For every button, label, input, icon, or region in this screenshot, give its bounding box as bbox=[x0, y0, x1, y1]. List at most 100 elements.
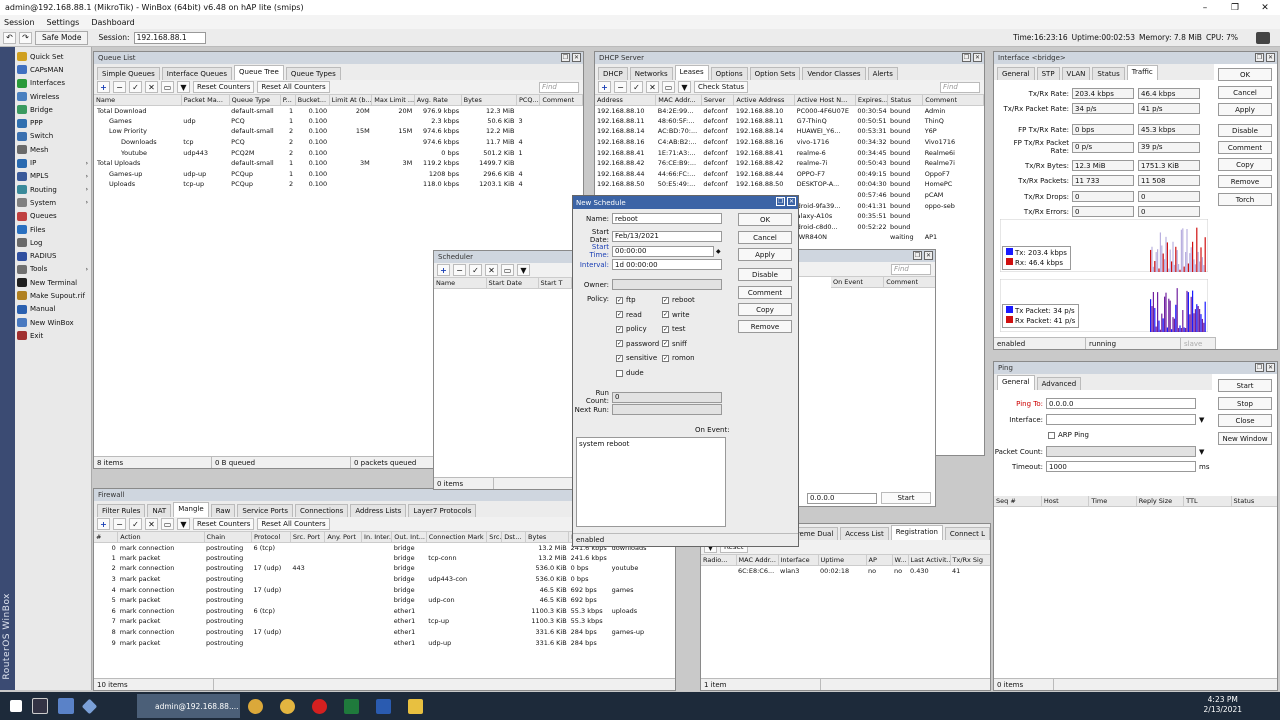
owner-field[interactable] bbox=[612, 279, 722, 290]
sidebar-item-tools[interactable]: Tools › bbox=[15, 263, 92, 276]
filter-icon[interactable]: ▼ bbox=[678, 81, 691, 93]
policy-checkbox[interactable]: ✓ bbox=[616, 296, 623, 304]
taskbar-clock[interactable]: 4:23 PM 2/13/2021 bbox=[1204, 695, 1242, 715]
sidebar-item-switch[interactable]: Switch bbox=[15, 130, 92, 143]
column-header[interactable]: Host bbox=[1041, 496, 1090, 507]
policy-checkbox[interactable]: ✓ bbox=[662, 340, 669, 348]
column-header[interactable]: MAC Addr... bbox=[736, 555, 779, 566]
start-time-field[interactable]: 00:00:00 bbox=[612, 245, 714, 257]
tab-stp[interactable]: STP bbox=[1036, 67, 1060, 80]
comment-button[interactable]: Comment bbox=[1218, 141, 1272, 154]
tab-general[interactable]: General bbox=[997, 375, 1035, 390]
column-header[interactable]: Interface bbox=[778, 555, 819, 566]
tab-options[interactable]: Options bbox=[710, 67, 748, 80]
close-icon[interactable]: ✕ bbox=[1266, 363, 1275, 372]
sidebar-item-system[interactable]: System › bbox=[15, 196, 92, 209]
close-button[interactable]: Close bbox=[1218, 414, 1272, 427]
restore-icon[interactable]: ❐ bbox=[1255, 363, 1264, 372]
cancel-button[interactable]: Cancel bbox=[738, 231, 792, 244]
sidebar-item-new-winbox[interactable]: New WinBox bbox=[15, 316, 92, 329]
column-header[interactable]: Status bbox=[1231, 496, 1277, 507]
column-header[interactable]: Name bbox=[94, 95, 182, 106]
winbox-taskbar-icon[interactable] bbox=[81, 698, 98, 714]
menu-dashboard[interactable]: Dashboard bbox=[91, 18, 134, 27]
enable-icon[interactable]: ✓ bbox=[129, 518, 142, 530]
table-row[interactable]: 8 mark connection postrouting 17 (udp) ether… bbox=[94, 627, 675, 638]
copy-button[interactable]: Copy bbox=[738, 303, 792, 316]
excel-icon[interactable] bbox=[344, 699, 359, 714]
col-on-event[interactable]: On Event bbox=[831, 277, 885, 288]
reset-counters-button[interactable]: Reset Counters bbox=[193, 518, 255, 530]
tab-simple-queues[interactable]: Simple Queues bbox=[97, 67, 160, 80]
spinner-icon[interactable]: ◆ bbox=[716, 248, 721, 255]
table-row[interactable]: 192.168.88.42 76:CE:B9:... defconf 192.168.… bbox=[595, 158, 984, 169]
tab-option-sets[interactable]: Option Sets bbox=[749, 67, 801, 80]
tab-queue-types[interactable]: Queue Types bbox=[285, 67, 341, 80]
undo-icon[interactable]: ↶ bbox=[3, 31, 16, 44]
remove-button[interactable]: Remove bbox=[738, 320, 792, 333]
table-row[interactable]: 9 mark packet postrouting ether1 udp-up 331.6… bbox=[94, 637, 675, 648]
close-icon[interactable]: ✕ bbox=[973, 53, 982, 62]
policy-checkbox[interactable]: ✓ bbox=[616, 340, 623, 348]
sidebar-item-bridge[interactable]: Bridge bbox=[15, 103, 92, 116]
opera-icon[interactable] bbox=[312, 699, 327, 714]
check-status-button[interactable]: Check Status bbox=[694, 81, 749, 93]
menu-settings[interactable]: Settings bbox=[47, 18, 80, 27]
add-icon[interactable]: + bbox=[97, 81, 110, 93]
tab-nat[interactable]: NAT bbox=[147, 504, 172, 517]
column-header[interactable]: Max Limit ... bbox=[371, 95, 415, 106]
start-date-field[interactable]: Feb/13/2021 bbox=[612, 230, 722, 242]
dropdown-icon[interactable]: ▼ bbox=[1199, 448, 1204, 456]
table-row[interactable]: 192.168.88.41 1E:71:A3:... defconf 192.168.… bbox=[595, 147, 984, 158]
policy-checkbox[interactable]: ✓ bbox=[616, 354, 623, 362]
reset-all-counters-button[interactable]: Reset All Counters bbox=[257, 518, 330, 530]
lock-icon[interactable] bbox=[1256, 32, 1270, 44]
col-comment[interactable]: Comment bbox=[883, 277, 935, 288]
restore-icon[interactable]: ❐ bbox=[913, 251, 922, 260]
policy-checkbox[interactable]: ✓ bbox=[616, 311, 623, 319]
tab-dhcp[interactable]: DHCP bbox=[598, 67, 628, 80]
table-row[interactable]: Total Download default-small 1 0.100 20M 20M 9… bbox=[94, 105, 583, 116]
restore-icon[interactable]: ❐ bbox=[1255, 53, 1264, 62]
apply-button[interactable]: Apply bbox=[738, 248, 792, 261]
ping-to-field[interactable]: 0.0.0.0 bbox=[1046, 398, 1196, 409]
disable-icon[interactable]: ✕ bbox=[145, 81, 158, 93]
column-header[interactable]: Any. Port bbox=[324, 532, 363, 543]
sidebar-item-ip[interactable]: IP › bbox=[15, 156, 92, 169]
sidebar-item-capsman[interactable]: CAPsMAN bbox=[15, 63, 92, 76]
netwatch-start-button[interactable]: Start bbox=[881, 492, 931, 504]
policy-checkbox[interactable]: ✓ bbox=[662, 354, 669, 362]
ok-button[interactable]: OK bbox=[1218, 68, 1272, 81]
sidebar-item-manual[interactable]: Manual bbox=[15, 303, 92, 316]
column-header[interactable]: Avg. Rate bbox=[414, 95, 462, 106]
table-row[interactable]: Games udp PCQ 1 0.100 2.3 kbps 50.6 KiB 3 bbox=[94, 116, 583, 127]
table-row[interactable]: Uploads tcp-up PCQup 2 0.100 118.0 kbps 1203.1… bbox=[94, 179, 583, 190]
tab-raw[interactable]: Raw bbox=[210, 504, 236, 517]
column-header[interactable]: Radio... bbox=[701, 555, 737, 566]
sidebar-item-mesh[interactable]: Mesh bbox=[15, 143, 92, 156]
dropdown-icon[interactable]: ▼ bbox=[1199, 416, 1204, 424]
timeout-field[interactable]: 1000 bbox=[1046, 461, 1196, 472]
restore-icon[interactable]: ❐ bbox=[776, 197, 785, 206]
table-row[interactable]: Downloads tcp PCQ 2 0.100 974.6 kbps 11.7 MiB 4 bbox=[94, 137, 583, 148]
redo-icon[interactable]: ↷ bbox=[19, 31, 32, 44]
packet-count-field[interactable] bbox=[1046, 446, 1196, 457]
comment-icon[interactable]: ▭ bbox=[161, 81, 174, 93]
column-header[interactable]: # bbox=[94, 532, 119, 543]
close-icon[interactable]: ✕ bbox=[1266, 53, 1275, 62]
col-name[interactable]: Name bbox=[434, 278, 487, 289]
disable-button[interactable]: Disable bbox=[738, 268, 792, 281]
tab-connections[interactable]: Connections bbox=[295, 504, 349, 517]
remove-icon[interactable]: − bbox=[113, 518, 126, 530]
add-icon[interactable]: + bbox=[97, 518, 110, 530]
ok-button[interactable]: OK bbox=[738, 213, 792, 226]
column-header[interactable]: P... bbox=[280, 95, 296, 106]
cancel-button[interactable]: Cancel bbox=[1218, 86, 1272, 99]
reset-all-counters-button[interactable]: Reset All Counters bbox=[257, 81, 330, 93]
table-row[interactable]: 2 mark connection postrouting 17 (udp) 443 br… bbox=[94, 563, 675, 574]
column-header[interactable]: Chain bbox=[204, 532, 253, 543]
column-header[interactable]: PCQ... bbox=[516, 95, 541, 106]
minimize-button[interactable]: – bbox=[1190, 3, 1220, 13]
column-header[interactable]: Last Activit... bbox=[908, 555, 951, 566]
tab-registration[interactable]: Registration bbox=[890, 525, 943, 540]
